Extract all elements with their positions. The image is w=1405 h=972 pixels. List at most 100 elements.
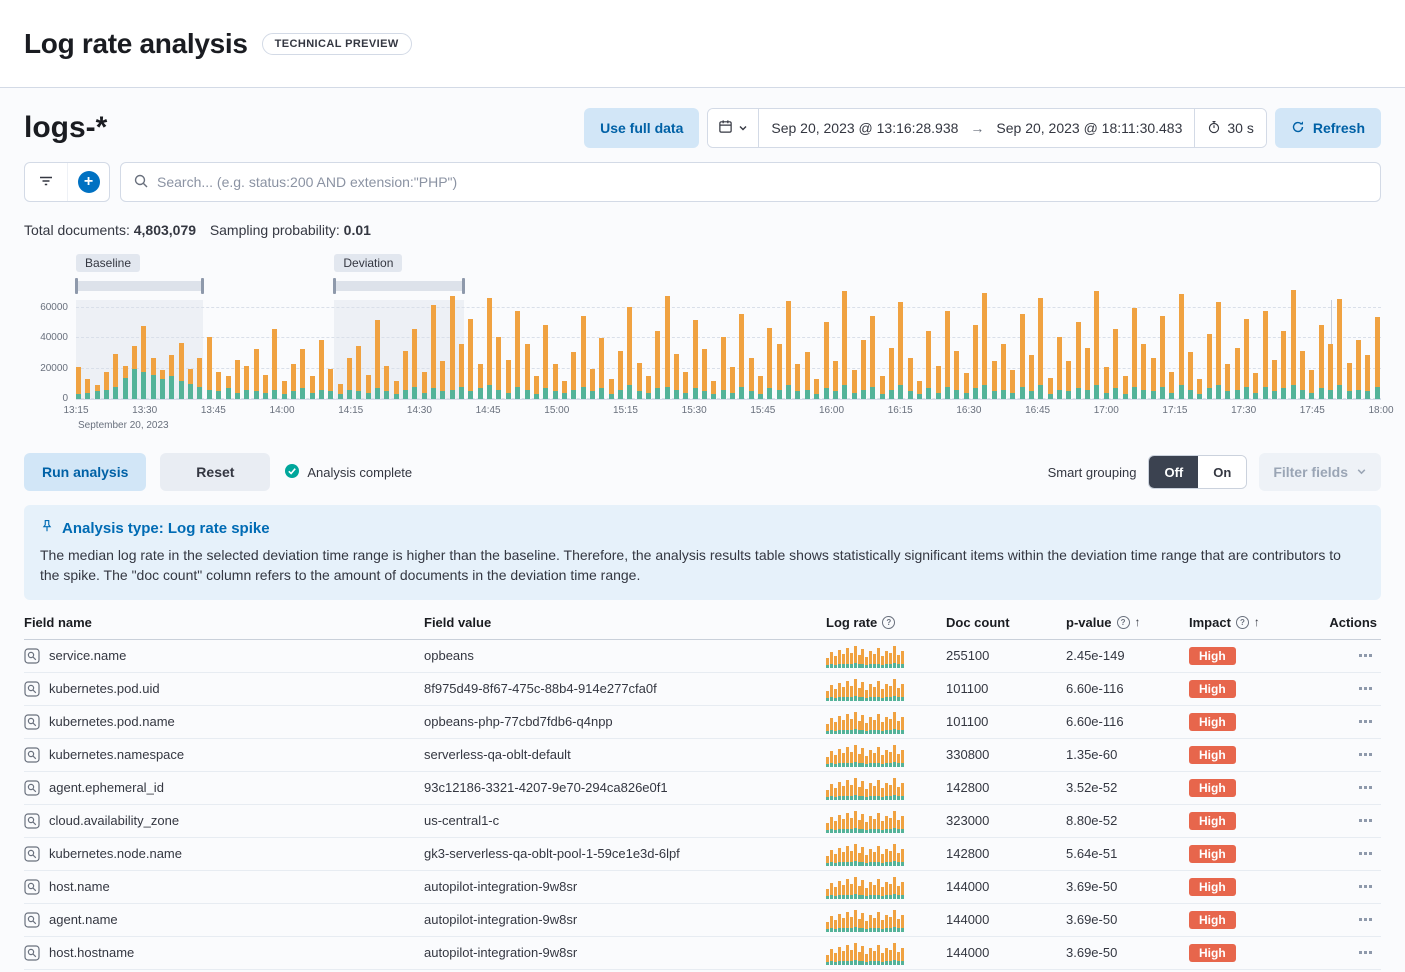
date-picker-menu-button[interactable] (708, 109, 759, 147)
field-filter-button[interactable] (24, 681, 40, 697)
row-actions-button[interactable] (1356, 684, 1375, 693)
start-date-button[interactable]: Sep 20, 2023 @ 13:16:28.938 (759, 109, 970, 147)
row-actions-button[interactable] (1356, 882, 1375, 891)
histogram-bar (384, 366, 389, 399)
histogram-bar (917, 381, 922, 399)
column-header-p-value[interactable]: p-value?↑ (1066, 615, 1189, 630)
smart-grouping-off-button[interactable]: Off (1149, 456, 1198, 488)
smart-grouping-on-button[interactable]: On (1198, 456, 1246, 488)
table-row: service.nameopbeans2551002.45e-149High (24, 640, 1381, 673)
field-value: us-central1-c (424, 813, 826, 828)
p-value: 3.52e-52 (1066, 780, 1189, 795)
search-input[interactable] (157, 174, 1368, 190)
field-filter-button[interactable] (24, 846, 40, 862)
histogram-bar (973, 325, 978, 399)
refresh-icon (1291, 120, 1305, 137)
field-filter-button[interactable] (24, 813, 40, 829)
sort-asc-icon: ↑ (1135, 615, 1141, 629)
field-filter-button[interactable] (24, 945, 40, 961)
field-value: gk3-serverless-qa-oblt-pool-1-59ce1e3d-6… (424, 846, 826, 861)
doc-count: 142800 (946, 846, 1066, 861)
field-filter-button[interactable] (24, 714, 40, 730)
use-full-data-button[interactable]: Use full data (584, 108, 699, 148)
histogram-bar (328, 369, 333, 399)
column-header-impact[interactable]: Impact?↑ (1189, 615, 1311, 630)
field-filter-button[interactable] (24, 747, 40, 763)
doc-count: 142800 (946, 780, 1066, 795)
x-axis-label: 15:45 (750, 405, 775, 416)
row-actions-button[interactable] (1356, 717, 1375, 726)
histogram-bar (908, 358, 913, 399)
search-icon (133, 173, 149, 192)
row-actions-button[interactable] (1356, 849, 1375, 858)
histogram-bar (291, 364, 296, 399)
log-rate-sparkline (826, 776, 904, 800)
histogram-bar (1216, 302, 1221, 399)
histogram-bar (553, 364, 558, 399)
histogram-bar (795, 364, 800, 399)
row-actions-button[interactable] (1356, 651, 1375, 660)
histogram-bar (1319, 325, 1324, 399)
row-actions-button[interactable] (1356, 915, 1375, 924)
search-bar (120, 162, 1381, 202)
refresh-button[interactable]: Refresh (1275, 108, 1381, 148)
impact-badge: High (1189, 845, 1236, 863)
histogram-bar (300, 349, 305, 399)
page-header: Log rate analysis TECHNICAL PREVIEW (0, 0, 1405, 88)
histogram-bar (1094, 291, 1099, 399)
end-date-button[interactable]: Sep 20, 2023 @ 18:11:30.483 (984, 109, 1194, 147)
histogram-bar (468, 319, 473, 399)
table-row: agent.nameautopilot-integration-9w8sr144… (24, 904, 1381, 937)
row-actions-button[interactable] (1356, 948, 1375, 957)
field-filter-button[interactable] (24, 780, 40, 796)
reset-button[interactable]: Reset (160, 453, 270, 491)
x-axis-label: 13:30 (132, 405, 157, 416)
histogram-bar (347, 358, 352, 399)
histogram-bar (683, 372, 688, 399)
histogram-bar (375, 320, 380, 399)
field-name: kubernetes.node.name (49, 846, 182, 861)
log-rate-sparkline (826, 809, 904, 833)
impact-badge: High (1189, 647, 1236, 665)
histogram-bar (646, 376, 651, 399)
analysis-table-body: service.nameopbeans2551002.45e-149High ku… (24, 640, 1381, 970)
histogram-bar (571, 352, 576, 399)
histogram-bar (861, 340, 866, 399)
row-actions-button[interactable] (1356, 783, 1375, 792)
log-rate-sparkline (826, 842, 904, 866)
histogram-bar (1048, 378, 1053, 399)
date-controls: Use full data Sep 20, 2023 @ 13:16:28.93… (584, 108, 1381, 148)
histogram-bar (1263, 311, 1268, 399)
impact-badge: High (1189, 812, 1236, 830)
field-filter-button[interactable] (24, 648, 40, 664)
check-circle-icon (284, 463, 300, 482)
histogram-bar (945, 311, 950, 399)
histogram-bar (599, 338, 604, 399)
field-name: kubernetes.pod.name (49, 714, 175, 729)
deviation-brush[interactable] (334, 281, 463, 291)
histogram-bar (113, 354, 118, 399)
refresh-interval-button[interactable]: 30 s (1194, 109, 1265, 147)
field-filter-button[interactable] (24, 879, 40, 895)
histogram-bar (992, 361, 997, 399)
histogram-bar (169, 355, 174, 399)
field-value: opbeans (424, 648, 826, 663)
y-axis-label: 20000 (24, 363, 68, 374)
main-content: logs-* Use full data Sep 20, 2023 @ 13:1… (0, 88, 1405, 972)
histogram-bar (1085, 348, 1090, 400)
filter-fields-button[interactable]: Filter fields (1259, 453, 1381, 491)
histogram-bar (394, 381, 399, 399)
add-filter-button[interactable]: + (67, 163, 109, 201)
doc-count: 144000 (946, 945, 1066, 960)
row-actions-button[interactable] (1356, 750, 1375, 759)
x-axis-label: 13:15 (63, 405, 88, 416)
row-actions-button[interactable] (1356, 816, 1375, 825)
run-analysis-button[interactable]: Run analysis (24, 453, 146, 491)
filter-menu-button[interactable] (25, 163, 67, 201)
histogram-bar (76, 367, 81, 399)
field-filter-button[interactable] (24, 912, 40, 928)
log-rate-sparkline (826, 644, 904, 668)
baseline-brush[interactable] (76, 281, 203, 291)
histogram-bar (870, 316, 875, 399)
technical-preview-badge: TECHNICAL PREVIEW (262, 33, 412, 55)
